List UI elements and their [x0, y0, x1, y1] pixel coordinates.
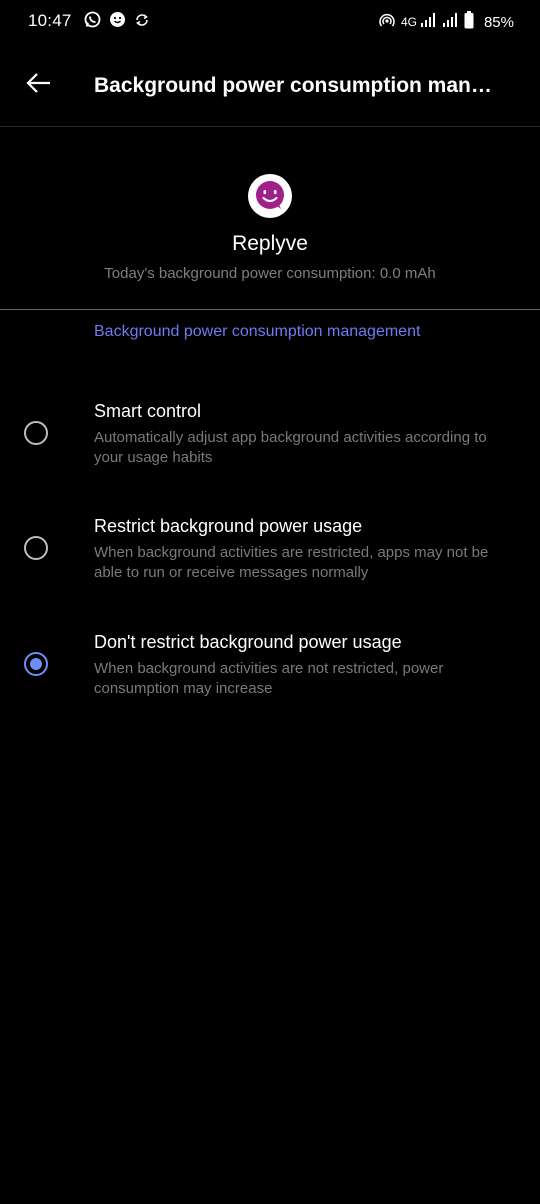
- radio-dont-restrict-background[interactable]: [24, 652, 48, 676]
- sync-icon: [134, 12, 150, 33]
- back-arrow-icon: [26, 72, 52, 99]
- battery-percent: 85%: [483, 13, 514, 31]
- app-name: Replyve: [232, 232, 308, 255]
- hotspot-icon: [379, 12, 395, 33]
- radio-restrict-background[interactable]: [24, 536, 48, 560]
- face-icon: [109, 11, 126, 33]
- status-system-icons: 4G 85%: [379, 10, 514, 34]
- signal-icon-2: [442, 12, 458, 33]
- app-info-panel: Replyve Today's background power consump…: [0, 126, 540, 310]
- app-icon: [248, 174, 292, 218]
- option-title: Don't restrict background power usage: [94, 632, 402, 652]
- signal-icon: [420, 12, 436, 33]
- section-title: Background power consumption management: [94, 323, 421, 340]
- app-bar: Background power consumption man…: [0, 44, 540, 127]
- status-notification-icons: [84, 11, 150, 33]
- option-title: Smart control: [94, 401, 202, 421]
- option-title: Restrict background power usage: [94, 516, 363, 536]
- back-button[interactable]: [22, 70, 56, 100]
- option-description: Automatically adjust app background acti…: [94, 429, 487, 466]
- option-smart-control[interactable]: Smart control Automatically adjust app b…: [0, 401, 540, 481]
- option-description: When background activities are restricte…: [94, 544, 489, 581]
- status-time: 10:47: [28, 11, 72, 30]
- option-restrict-background[interactable]: Restrict background power usage When bac…: [0, 516, 540, 596]
- battery-icon: [464, 10, 474, 34]
- network-type: 4G: [400, 15, 417, 29]
- status-bar: 10:47 4G 85%: [0, 0, 540, 44]
- radio-smart-control[interactable]: [24, 421, 48, 445]
- page-title: Background power consumption man…: [94, 74, 492, 97]
- option-description: When background activities are not restr…: [94, 660, 444, 697]
- whatsapp-icon: [84, 11, 101, 33]
- app-power-usage: Today's background power consumption: 0.…: [104, 265, 436, 282]
- option-dont-restrict-background[interactable]: Don't restrict background power usage Wh…: [0, 632, 540, 712]
